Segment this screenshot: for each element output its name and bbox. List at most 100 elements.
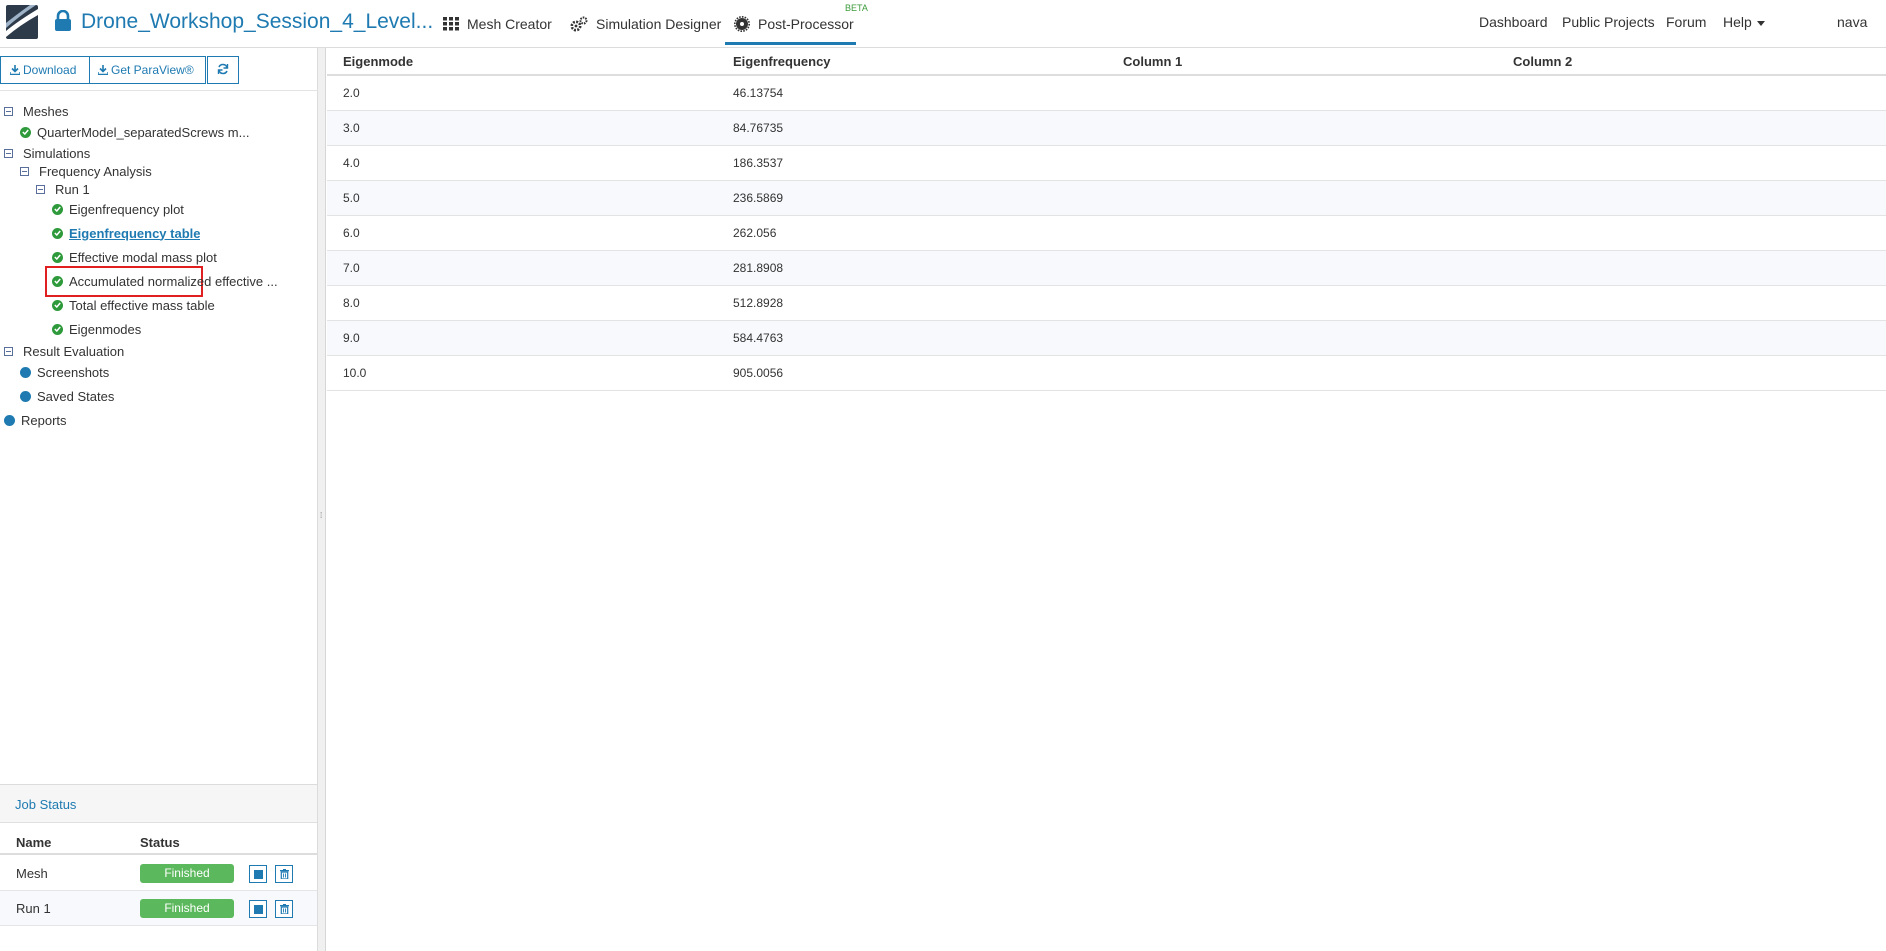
download-label: Download xyxy=(23,63,77,77)
stop-icon xyxy=(253,902,263,917)
table-row: 6.0 262.056 xyxy=(327,215,1886,251)
tree-node-meshes[interactable]: Meshes xyxy=(4,102,69,120)
panel-splitter[interactable]: ⁞ xyxy=(318,48,326,951)
tree-label: Accumulated normalized effective ... xyxy=(69,273,278,289)
table-row: 10.0 905.0056 xyxy=(327,355,1886,391)
tree-label: Reports xyxy=(21,412,67,428)
nav-mesh-creator[interactable]: Mesh Creator xyxy=(443,12,552,36)
tree-node-eigenfrequency-table[interactable]: Eigenfrequency table xyxy=(52,224,200,242)
tree-node-result-evaluation[interactable]: Result Evaluation xyxy=(4,342,124,360)
cell-eigenmode: 10.0 xyxy=(327,355,717,391)
tree-label: Saved States xyxy=(37,388,115,404)
help-label: Help xyxy=(1723,14,1752,30)
check-circle-icon xyxy=(52,323,63,335)
table-row: 7.0 281.8908 xyxy=(327,250,1886,286)
delete-button[interactable] xyxy=(275,865,293,883)
circle-icon xyxy=(4,414,15,426)
column-header-name: Name xyxy=(16,835,52,850)
gear-icon xyxy=(734,16,750,32)
cell-empty xyxy=(1107,75,1497,111)
tree-node-effective-modal-mass-plot[interactable]: Effective modal mass plot xyxy=(52,248,217,266)
tree-label: Effective modal mass plot xyxy=(69,249,217,265)
column-header-eigenfrequency[interactable]: Eigenfrequency xyxy=(717,48,1107,76)
beta-badge: BETA xyxy=(845,3,868,13)
table-row: 2.0 46.13754 xyxy=(327,75,1886,111)
project-tree-panel: Download Get ParaView® Meshes QuarterMod… xyxy=(0,48,318,951)
cell-eigenfrequency: 262.056 xyxy=(717,215,1107,251)
column-header-eigenmode[interactable]: Eigenmode xyxy=(327,48,717,76)
cell-empty xyxy=(1107,355,1497,391)
cell-eigenfrequency: 46.13754 xyxy=(717,75,1107,111)
collapse-toggle-icon[interactable] xyxy=(20,166,29,176)
job-name: Mesh xyxy=(16,866,48,881)
delete-button[interactable] xyxy=(275,900,293,918)
refresh-button[interactable] xyxy=(207,56,239,84)
forum-link[interactable]: Forum xyxy=(1666,14,1706,30)
nav-post-processor[interactable]: Post-Processor xyxy=(734,12,854,36)
tree-label: Result Evaluation xyxy=(23,343,125,359)
main-content: Eigenmode Eigenfrequency Column 1 Column… xyxy=(327,48,1886,951)
status-badge: Finished xyxy=(140,864,234,883)
tree-node-total-effective-mass-table[interactable]: Total effective mass table xyxy=(52,296,215,314)
lock-icon xyxy=(54,9,72,35)
tree-label: Run 1 xyxy=(55,181,90,197)
tree-node-mesh-item[interactable]: QuarterModel_separatedScrews m... xyxy=(20,123,250,141)
column-header-status: Status xyxy=(140,835,180,850)
tree-node-eigenfrequency-plot[interactable]: Eigenfrequency plot xyxy=(52,200,184,218)
cell-empty xyxy=(1497,110,1886,146)
project-title[interactable]: Drone_Workshop_Session_4_Level... xyxy=(81,10,433,34)
stop-icon xyxy=(253,867,263,882)
simscale-logo-icon[interactable] xyxy=(6,5,38,39)
tree-node-simulations[interactable]: Simulations xyxy=(4,144,90,162)
tree-node-saved-states[interactable]: Saved States xyxy=(20,387,114,405)
collapse-toggle-icon[interactable] xyxy=(4,346,13,356)
drag-handle-icon[interactable]: ⁞ xyxy=(320,511,322,520)
cell-empty xyxy=(1107,285,1497,321)
tree-label: Frequency Analysis xyxy=(39,163,152,179)
cell-eigenmode: 3.0 xyxy=(327,110,717,146)
cell-eigenmode: 9.0 xyxy=(327,320,717,356)
nav-simulation-designer[interactable]: Simulation Designer xyxy=(570,12,721,36)
job-status-title[interactable]: Job Status xyxy=(0,785,317,823)
collapse-toggle-icon[interactable] xyxy=(4,148,13,158)
download-button[interactable]: Download xyxy=(0,56,90,84)
tree-node-accumulated-mass[interactable]: Accumulated normalized effective ... xyxy=(52,272,288,290)
tree-node-reports[interactable]: Reports xyxy=(4,411,67,429)
cell-empty xyxy=(1497,215,1886,251)
job-name: Run 1 xyxy=(16,901,51,916)
column-header-column-1[interactable]: Column 1 xyxy=(1107,48,1497,76)
tree-label: Simulations xyxy=(23,145,91,161)
tree-node-run-1[interactable]: Run 1 xyxy=(36,180,90,198)
public-projects-link[interactable]: Public Projects xyxy=(1562,14,1655,30)
nav-label: Mesh Creator xyxy=(467,16,552,32)
tree-node-frequency-analysis[interactable]: Frequency Analysis xyxy=(20,162,152,180)
check-circle-icon xyxy=(20,126,31,138)
tree-node-eigenmodes[interactable]: Eigenmodes xyxy=(52,320,141,338)
get-paraview-button[interactable]: Get ParaView® xyxy=(89,56,206,84)
collapse-toggle-icon[interactable] xyxy=(36,184,45,194)
column-header-column-2[interactable]: Column 2 xyxy=(1497,48,1886,76)
stop-button[interactable] xyxy=(249,865,267,883)
collapse-toggle-icon[interactable] xyxy=(4,106,13,116)
refresh-icon xyxy=(217,63,229,78)
tree-label: Eigenmodes xyxy=(69,321,142,337)
cell-eigenmode: 7.0 xyxy=(327,250,717,286)
cell-empty xyxy=(1107,250,1497,286)
paraview-label: Get ParaView® xyxy=(111,63,194,77)
cell-eigenfrequency: 186.3537 xyxy=(717,145,1107,181)
stop-button[interactable] xyxy=(249,900,267,918)
cell-empty xyxy=(1497,145,1886,181)
grid-icon xyxy=(443,17,459,31)
check-circle-icon xyxy=(52,275,63,287)
help-menu[interactable]: Help xyxy=(1723,14,1765,30)
job-row: Mesh Finished xyxy=(0,856,317,891)
tree-label: Screenshots xyxy=(37,364,110,380)
user-menu[interactable]: nava xyxy=(1837,14,1867,30)
cell-empty xyxy=(1107,145,1497,181)
tree-node-screenshots[interactable]: Screenshots xyxy=(20,363,109,381)
cell-eigenfrequency: 84.76735 xyxy=(717,110,1107,146)
dashboard-link[interactable]: Dashboard xyxy=(1479,14,1548,30)
table-header-row: Eigenmode Eigenfrequency Column 1 Column… xyxy=(327,48,1886,76)
cell-empty xyxy=(1497,355,1886,391)
cell-eigenfrequency: 281.8908 xyxy=(717,250,1107,286)
